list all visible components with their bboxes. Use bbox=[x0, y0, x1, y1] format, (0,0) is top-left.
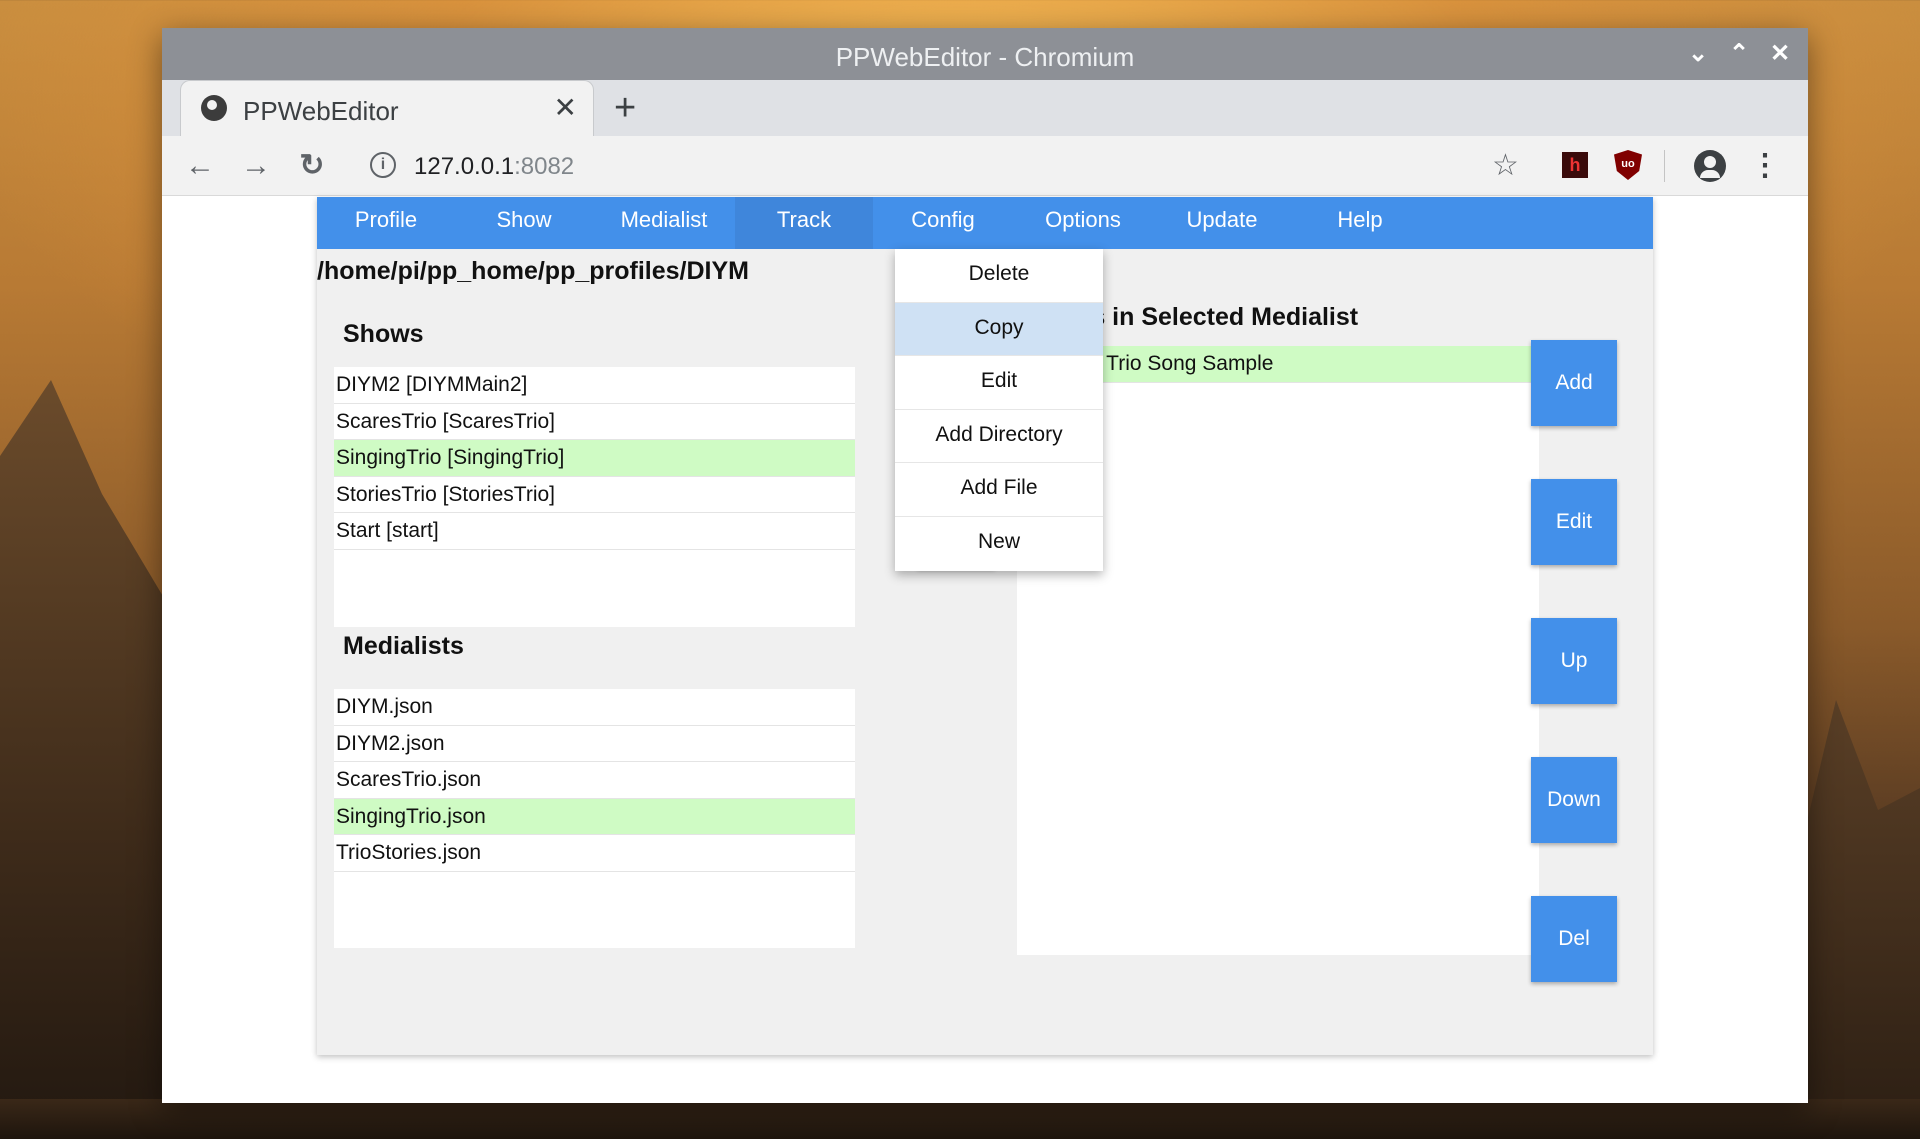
menu-update[interactable]: Update bbox=[1153, 197, 1291, 249]
medialist-row[interactable]: DIYM2.json bbox=[334, 726, 855, 762]
forward-arrow-icon[interactable]: → bbox=[238, 148, 274, 184]
medialist-row-selected[interactable]: SingingTrio.json bbox=[334, 798, 855, 835]
profile-avatar-icon[interactable] bbox=[1694, 150, 1726, 182]
add-track-button[interactable]: Add bbox=[1531, 340, 1617, 426]
reload-icon[interactable]: ↻ bbox=[294, 148, 330, 184]
main-menubar: Profile Show Medialist Track Config Opti… bbox=[317, 197, 1653, 249]
shows-heading: Shows bbox=[343, 320, 424, 348]
back-arrow-icon[interactable]: ← bbox=[182, 148, 218, 184]
shows-list[interactable]: DIYM2 [DIYMMain2] ScaresTrio [ScaresTrio… bbox=[334, 367, 855, 627]
browser-toolbar: ← → ↻ i 127.0.0.1:8082 ☆ h uo ⋮ bbox=[162, 136, 1808, 196]
kebab-menu-icon[interactable]: ⋮ bbox=[1750, 148, 1780, 184]
track-menu-add-file[interactable]: Add File bbox=[895, 463, 1103, 517]
show-row[interactable]: Start [start] bbox=[334, 513, 855, 550]
medialists-list[interactable]: DIYM.json DIYM2.json ScaresTrio.json Sin… bbox=[334, 689, 855, 948]
url-host: 127.0.0.1 bbox=[414, 153, 515, 180]
medialist-row[interactable]: TrioStories.json bbox=[334, 835, 855, 872]
bookmark-star-icon[interactable]: ☆ bbox=[1492, 148, 1519, 183]
show-row[interactable]: ScaresTrio [ScaresTrio] bbox=[334, 404, 855, 440]
track-menu-edit[interactable]: Edit bbox=[895, 356, 1103, 410]
delete-track-button[interactable]: Del bbox=[1531, 896, 1617, 982]
edit-track-button[interactable]: Edit bbox=[1531, 479, 1617, 565]
menu-profile[interactable]: Profile bbox=[317, 197, 455, 249]
menu-config[interactable]: Config bbox=[873, 197, 1013, 249]
show-row[interactable]: DIYM2 [DIYMMain2] bbox=[334, 367, 855, 404]
menu-track[interactable]: Track bbox=[735, 197, 873, 249]
url-port: :8082 bbox=[514, 153, 575, 180]
browser-window: PPWebEditor - Chromium ⌄ ⌃ ✕ PPWebEditor… bbox=[162, 28, 1808, 1103]
browser-tab[interactable]: PPWebEditor ✕ bbox=[180, 80, 594, 136]
menu-help[interactable]: Help bbox=[1291, 197, 1429, 249]
menu-show[interactable]: Show bbox=[455, 197, 593, 249]
medialist-row[interactable]: DIYM.json bbox=[334, 689, 855, 726]
track-menu-add-directory[interactable]: Add Directory bbox=[895, 410, 1103, 464]
maximize-icon[interactable]: ⌃ bbox=[1723, 38, 1755, 70]
tab-strip: PPWebEditor ✕ + bbox=[162, 80, 1808, 136]
toolbar-separator bbox=[1664, 150, 1665, 182]
wallpaper-ground bbox=[0, 1099, 1920, 1139]
menu-options[interactable]: Options bbox=[1013, 197, 1153, 249]
tab-title: PPWebEditor bbox=[243, 96, 399, 126]
globe-icon bbox=[201, 95, 227, 121]
medialist-row[interactable]: ScaresTrio.json bbox=[334, 762, 855, 799]
window-titlebar[interactable]: PPWebEditor - Chromium ⌄ ⌃ ✕ bbox=[162, 28, 1808, 80]
ppwebeditor-app: Profile Show Medialist Track Config Opti… bbox=[317, 197, 1653, 1055]
wallpaper-mountain-left bbox=[0, 380, 170, 1139]
medialists-heading: Medialists bbox=[343, 632, 464, 660]
track-menu-new[interactable]: New bbox=[895, 517, 1103, 571]
minimize-icon[interactable]: ⌄ bbox=[1682, 38, 1714, 70]
window-title: PPWebEditor - Chromium bbox=[835, 42, 1135, 72]
track-dropdown-menu: Delete Copy Edit Add Directory Add File … bbox=[895, 249, 1103, 571]
url-text[interactable]: 127.0.0.1:8082 bbox=[414, 153, 574, 181]
new-tab-button[interactable]: + bbox=[614, 88, 636, 128]
page-viewport: Profile Show Medialist Track Config Opti… bbox=[162, 197, 1808, 1103]
menu-medialist[interactable]: Medialist bbox=[593, 197, 735, 249]
down-track-button[interactable]: Down bbox=[1531, 757, 1617, 843]
track-menu-copy[interactable]: Copy bbox=[895, 302, 1103, 357]
up-track-button[interactable]: Up bbox=[1531, 618, 1617, 704]
tab-close-icon[interactable]: ✕ bbox=[554, 91, 577, 124]
profile-path: /home/pi/pp_home/pp_profiles/DIYM bbox=[317, 257, 749, 285]
track-menu-delete[interactable]: Delete bbox=[895, 249, 1103, 303]
extension-h-icon[interactable]: h bbox=[1562, 152, 1588, 178]
show-row-selected[interactable]: SingingTrio [SingingTrio] bbox=[334, 440, 855, 477]
site-info-icon[interactable]: i bbox=[370, 152, 396, 178]
show-row[interactable]: StoriesTrio [StoriesTrio] bbox=[334, 477, 855, 513]
address-bar[interactable]: i 127.0.0.1:8082 bbox=[352, 144, 1634, 188]
close-icon[interactable]: ✕ bbox=[1764, 38, 1796, 70]
